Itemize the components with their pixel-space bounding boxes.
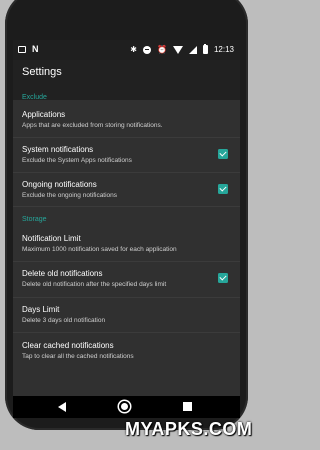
pref-title: Notification Limit	[22, 234, 81, 243]
pref-title: Applications	[22, 110, 66, 119]
cast-icon	[18, 45, 26, 53]
section-header-storage: Storage	[22, 216, 47, 223]
pref-days-limit[interactable]: Days Limit Delete 3 days old notificatio…	[13, 297, 240, 333]
pref-ongoing-notifications[interactable]: Ongoing notifications Exclude the ongoin…	[13, 172, 240, 207]
pref-summary: Maximum 1000 notification saved for each…	[22, 246, 177, 253]
recents-icon[interactable]	[183, 402, 192, 411]
signal-icon	[188, 45, 197, 54]
pref-title: Clear cached notifications	[22, 341, 114, 350]
delete-old-notifications-checkbox[interactable]	[218, 273, 228, 283]
pref-title: Days Limit	[22, 305, 60, 314]
back-icon[interactable]	[58, 402, 66, 412]
pref-clear-cached-notifications[interactable]: Clear cached notifications Tap to clear …	[13, 332, 240, 368]
toolbar: Settings	[13, 60, 240, 100]
wifi-icon	[172, 45, 183, 54]
app-screen: N ✱ ⏰ 12:13 Settings Exclude Application…	[13, 40, 240, 396]
status-time: 12:13	[213, 44, 234, 54]
pref-delete-old-notifications[interactable]: Delete old notifications Delete old noti…	[13, 261, 240, 298]
pref-summary: Delete old notification after the specif…	[22, 281, 167, 288]
do-not-disturb-icon	[143, 45, 151, 54]
pref-title: Delete old notifications	[22, 269, 103, 278]
alarm-icon: ⏰	[157, 44, 167, 54]
status-bar: N ✱ ⏰ 12:13	[13, 40, 240, 60]
pref-applications[interactable]: Applications Apps that are excluded from…	[13, 103, 240, 138]
pref-title: System notifications	[22, 145, 94, 154]
ongoing-notifications-checkbox[interactable]	[218, 184, 228, 194]
watermark: MYAPKS.COM	[125, 419, 253, 439]
pref-summary: Delete 3 days old notification	[22, 317, 106, 324]
navigation-bar	[13, 396, 240, 418]
section-header-exclude: Exclude	[22, 94, 47, 101]
pref-summary: Apps that are excluded from storing noti…	[22, 122, 163, 129]
page-title: Settings	[22, 66, 62, 78]
home-icon[interactable]	[119, 401, 130, 412]
bluetooth-icon: ✱	[130, 44, 137, 54]
n-logo-icon: N	[32, 44, 39, 54]
pref-summary: Exclude the ongoing notifications	[22, 192, 118, 199]
pref-summary: Exclude the System Apps notifications	[22, 157, 132, 164]
pref-title: Ongoing notifications	[22, 180, 97, 189]
pref-summary: Tap to clear all the cached notification…	[22, 353, 134, 360]
pref-notification-limit[interactable]: Notification Limit Maximum 1000 notifica…	[13, 226, 240, 262]
battery-icon	[202, 44, 208, 54]
pref-system-notifications[interactable]: System notifications Exclude the System …	[13, 137, 240, 173]
system-notifications-checkbox[interactable]	[218, 149, 228, 159]
